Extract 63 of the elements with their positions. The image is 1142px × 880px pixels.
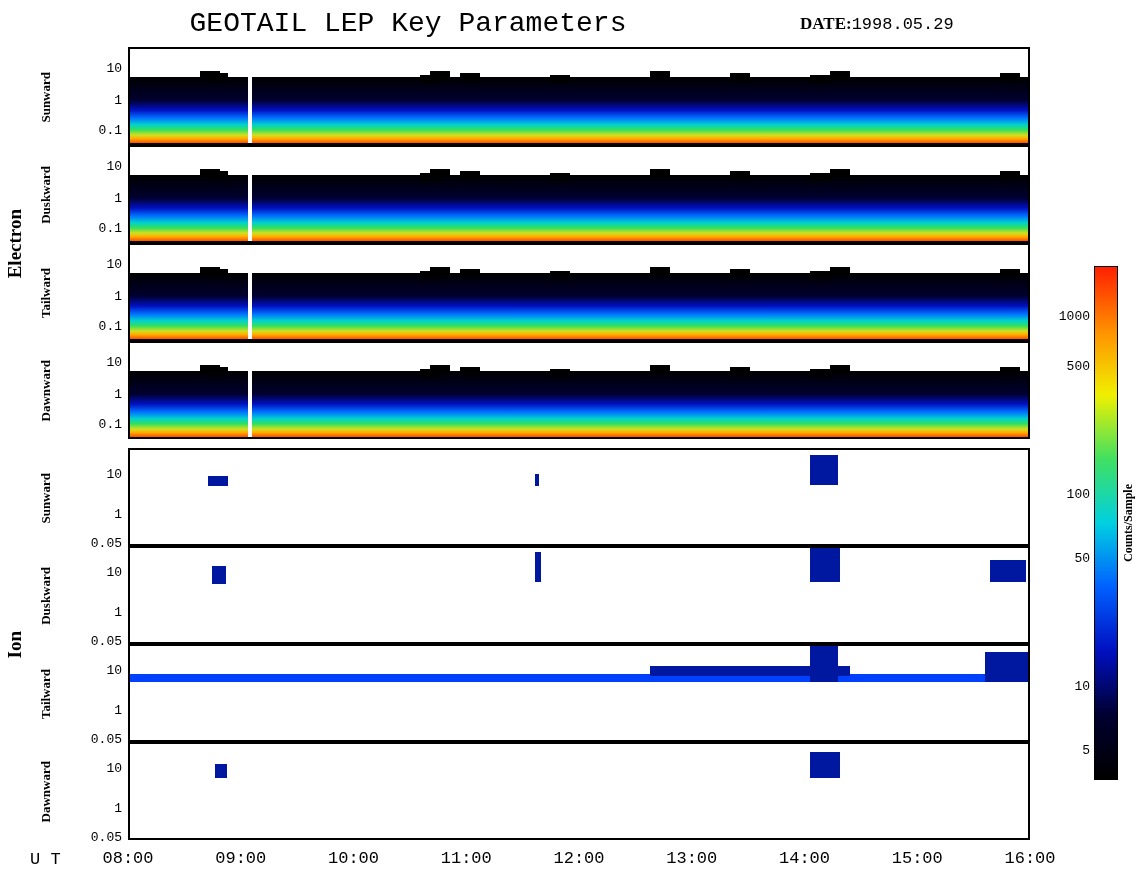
- y-tick-label: 10: [106, 663, 122, 677]
- colorbar-tick-label: 1000: [1058, 309, 1090, 323]
- colorbar-tick-label: 100: [1066, 487, 1090, 501]
- panel-label: Tailward: [37, 267, 55, 319]
- spectrogram-patch: [535, 552, 541, 582]
- y-tick-label: 1: [114, 289, 122, 303]
- y-tick-label: 0.05: [90, 830, 122, 844]
- x-tick-label: 08:00: [102, 850, 154, 867]
- y-tick-label: 0.05: [90, 536, 122, 550]
- panel-label: Duskward: [37, 166, 55, 224]
- x-tick-label: 11:00: [440, 850, 492, 867]
- y-tick-label: 0.1: [98, 319, 122, 333]
- y-tick-label: 0.1: [98, 221, 122, 235]
- spectrogram-patch: [535, 474, 539, 486]
- spectrogram-patch: [990, 560, 1026, 582]
- spectrogram-patch: [208, 476, 228, 486]
- plot-title: GEOTAIL LEP Key Parameters: [189, 7, 627, 41]
- y-tick-label: 10: [106, 761, 122, 775]
- y-tick-label: 10: [106, 61, 122, 75]
- panel-label: Duskward: [37, 567, 55, 625]
- spectrogram-patch: [215, 764, 227, 778]
- y-tick-label: 0.05: [90, 732, 122, 746]
- y-tick-label: 0.1: [98, 417, 122, 431]
- x-tick-label: 13:00: [666, 850, 718, 867]
- spectrogram-patch: [810, 752, 840, 778]
- panel-label: Sunward: [37, 71, 55, 123]
- y-tick-label: 1: [114, 93, 122, 107]
- spectrogram-patch: [810, 455, 838, 485]
- colorbar-tick-label: 50: [1074, 551, 1090, 565]
- y-tick-label: 0.1: [98, 123, 122, 137]
- x-tick-label: 10:00: [328, 850, 379, 867]
- panel-label: Dawnward: [37, 360, 55, 422]
- y-tick-label: 1: [114, 801, 122, 815]
- y-tick-label: 10: [106, 159, 122, 173]
- date-label: DATE:: [800, 12, 852, 35]
- spectrogram-patch: [212, 566, 226, 584]
- x-tick-label: 16:00: [1004, 850, 1056, 867]
- x-tick-label: 15:00: [891, 850, 943, 867]
- y-tick-label: 1: [114, 387, 122, 401]
- colorbar-tick-label: 5: [1082, 743, 1090, 757]
- y-tick-label: 1: [114, 605, 122, 619]
- y-tick-label: 10: [106, 565, 122, 579]
- panel-label: Dawnward: [37, 761, 55, 823]
- y-tick-label: 1: [114, 703, 122, 717]
- x-tick-label: 09:00: [215, 850, 267, 867]
- y-tick-label: 10: [106, 355, 122, 369]
- x-axis-label: U T: [29, 849, 62, 872]
- y-tick-label: 1: [114, 191, 122, 205]
- group-label: Ion: [2, 631, 26, 659]
- spectrogram-patch: [810, 548, 840, 582]
- y-tick-label: 1: [114, 507, 122, 521]
- y-tick-label: 10: [106, 467, 122, 481]
- panel-label: Sunward: [37, 472, 55, 524]
- x-tick-label: 12:00: [553, 850, 605, 867]
- y-tick-label: 0.05: [90, 634, 122, 648]
- x-tick-label: 14:00: [779, 850, 830, 867]
- colorbar-tick-label: 500: [1066, 359, 1090, 373]
- date-value: 1998.05.29: [851, 13, 954, 36]
- colorbar-label: Counts/Sample: [1120, 484, 1136, 562]
- group-label: Electron: [2, 209, 26, 279]
- panel-label: Tailward: [37, 668, 55, 720]
- colorbar-tick-label: 10: [1074, 679, 1090, 693]
- y-tick-label: 10: [106, 257, 122, 271]
